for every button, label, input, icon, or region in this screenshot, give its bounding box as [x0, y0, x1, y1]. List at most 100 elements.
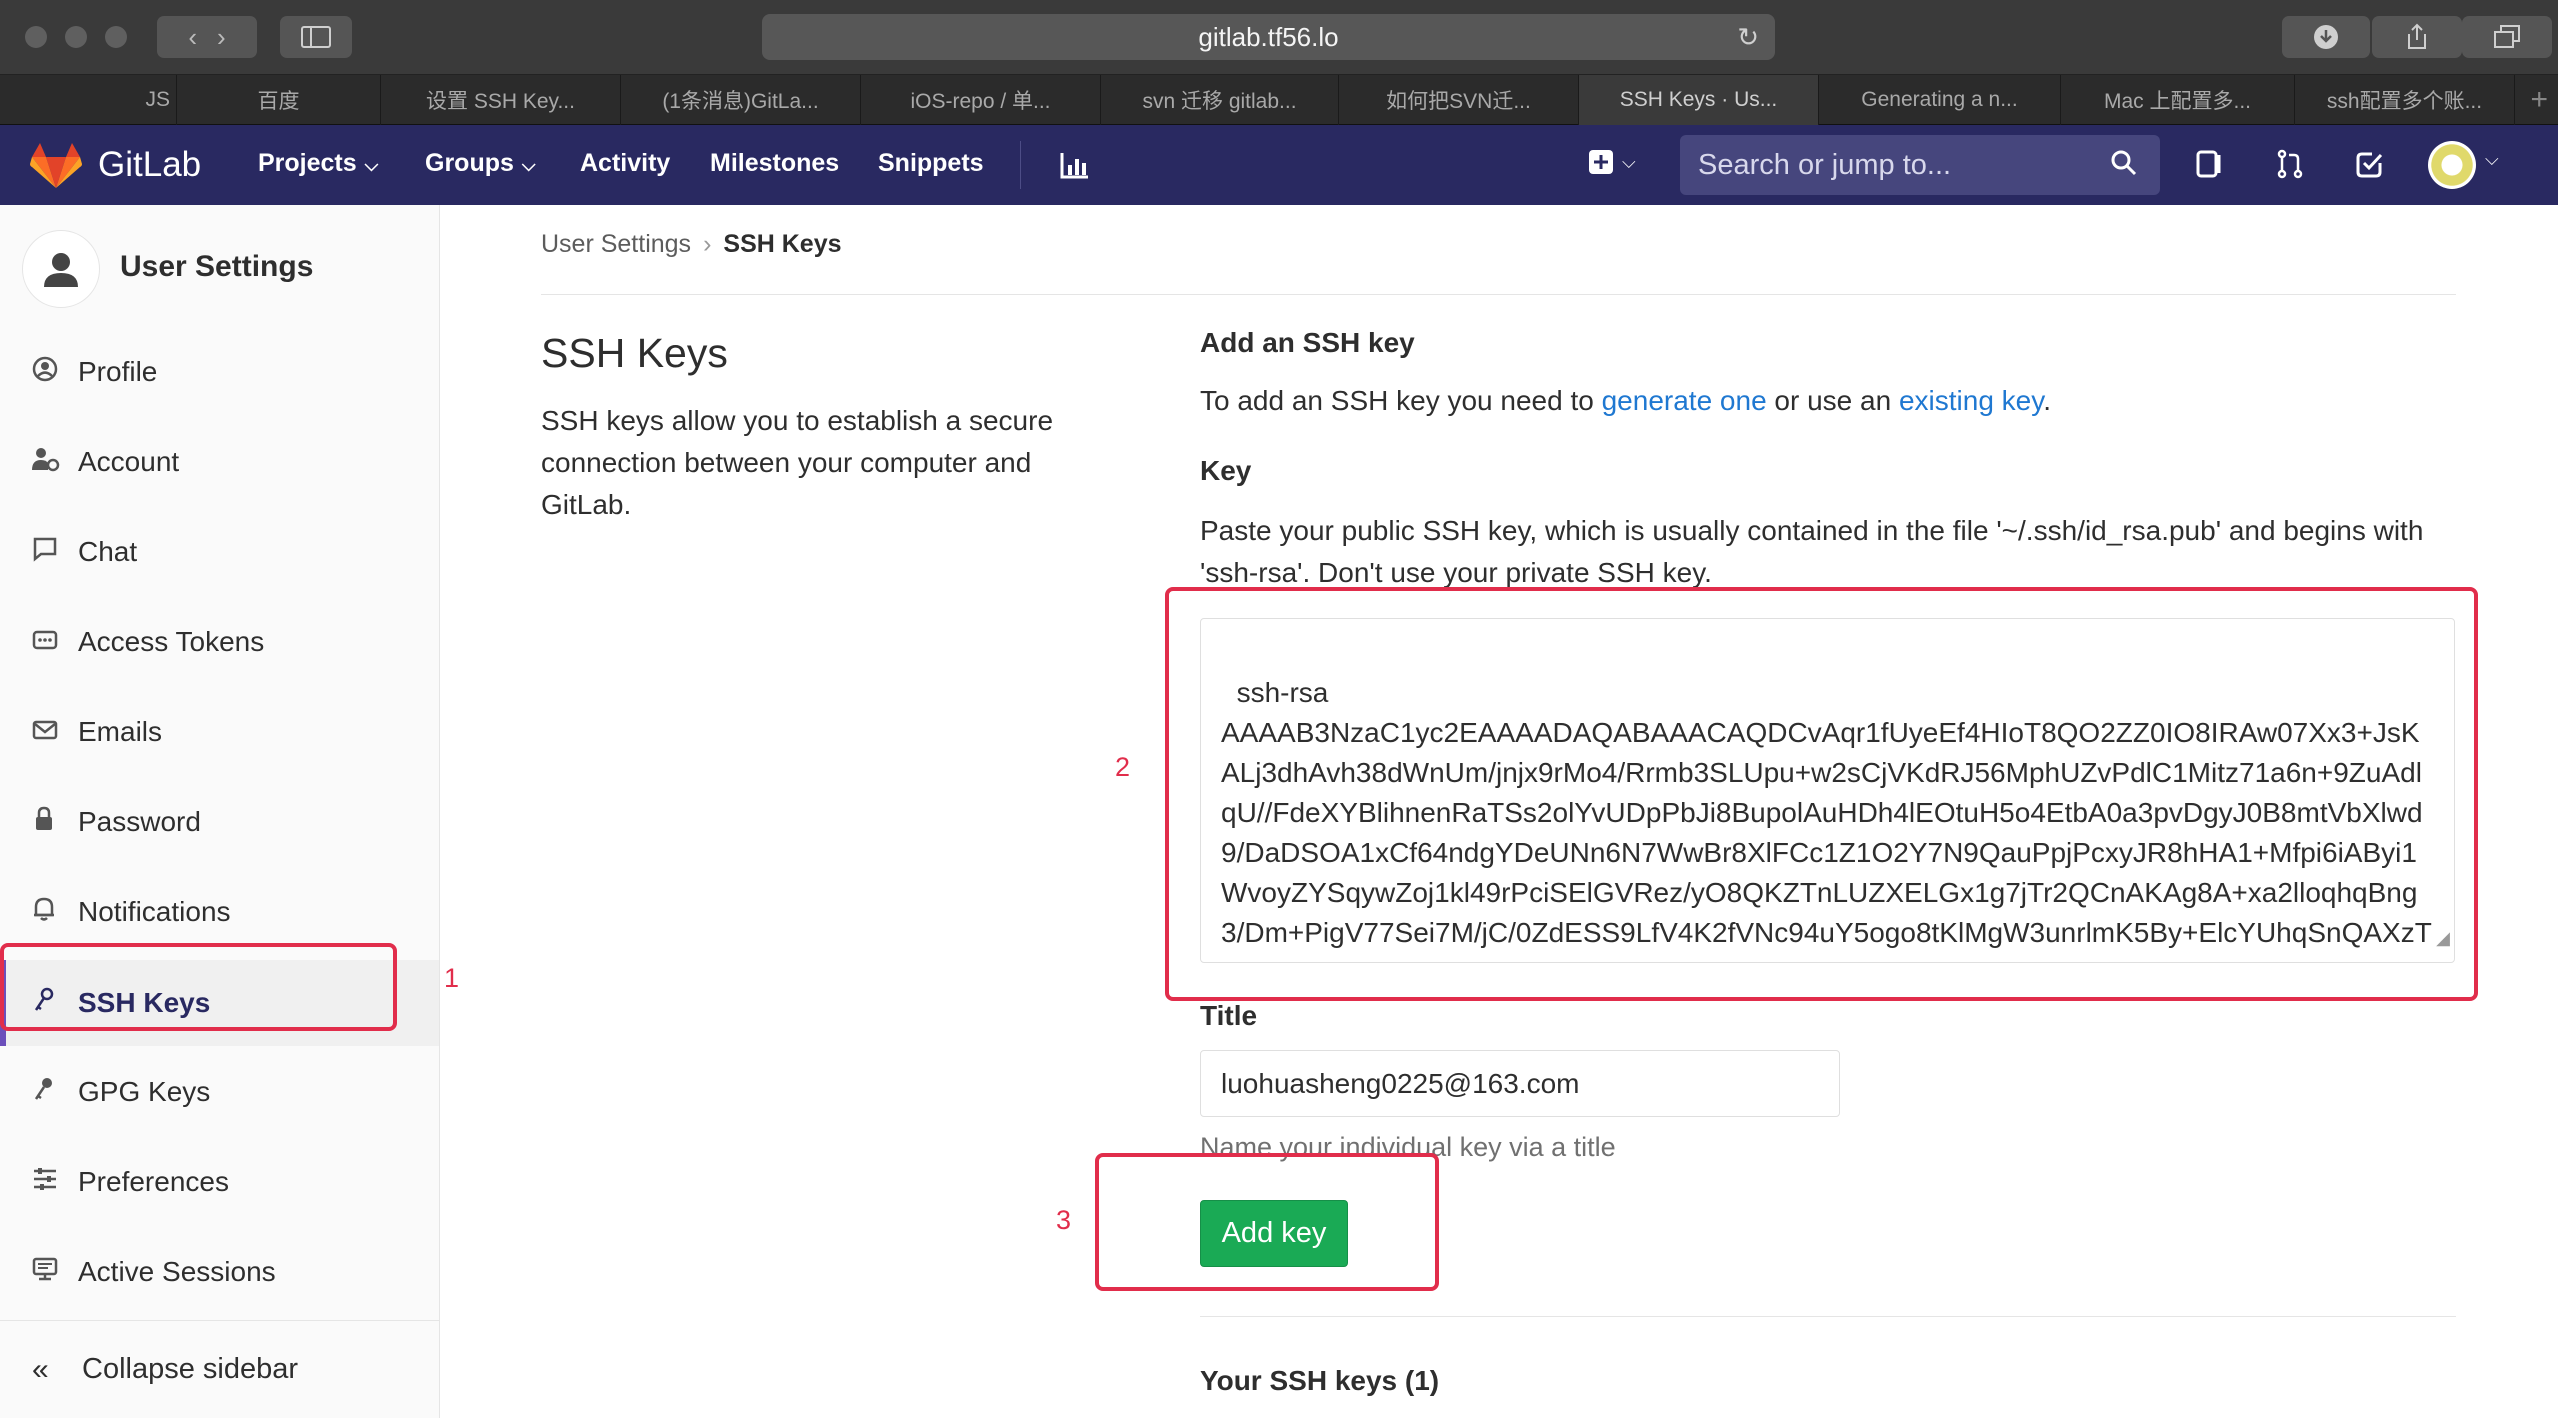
bell-icon — [32, 896, 78, 929]
token-icon — [32, 627, 78, 658]
monitor-icon — [32, 1257, 78, 1288]
account-icon — [32, 446, 78, 479]
generate-one-link[interactable]: generate one — [1602, 385, 1767, 416]
tabs-icon — [2494, 25, 2520, 48]
divider — [1200, 1316, 2456, 1317]
sidebar-icon — [301, 26, 331, 48]
gitlab-brand[interactable]: GitLab — [98, 145, 201, 185]
browser-tab[interactable]: svn 迁移 gitlab... — [1101, 75, 1339, 125]
lock-icon — [32, 806, 78, 839]
search-input[interactable]: Search or jump to... — [1680, 135, 2160, 195]
sidebar-item-gpg-keys[interactable]: GPG Keys — [0, 1055, 439, 1129]
title-input[interactable]: luohuasheng0225@163.com — [1200, 1050, 1840, 1117]
profile-icon — [32, 356, 78, 389]
download-icon — [2314, 25, 2338, 49]
sidebar-item-account[interactable]: Account — [0, 425, 439, 499]
chevron-down-icon: ⌵ — [1622, 151, 1636, 172]
email-icon — [32, 717, 78, 748]
address-bar[interactable]: gitlab.tf56.lo ↻ — [762, 14, 1775, 60]
user-avatar[interactable] — [2428, 141, 2476, 189]
new-tab-icon[interactable]: + — [2530, 83, 2548, 117]
page-title: SSH Keys — [541, 330, 728, 376]
sidebar-item-password[interactable]: Password — [0, 785, 439, 859]
your-ssh-keys-heading: Your SSH keys (1) — [1200, 1365, 1440, 1396]
chevron-right-icon: › — [703, 230, 712, 258]
browser-tab[interactable]: 如何把SVN迁... — [1339, 75, 1579, 125]
nav-projects[interactable]: Projects ⌵ — [258, 149, 378, 178]
sidebar-item-notifications[interactable]: Notifications — [0, 875, 439, 949]
sidebar-title: User Settings — [120, 250, 314, 283]
browser-tabbar: JS 百度 设置 SSH Key... (1条消息)GitLa... iOS-r… — [0, 75, 2558, 125]
annotation-label-1: 1 — [444, 963, 460, 993]
sidebar-item-chat[interactable]: Chat — [0, 515, 439, 589]
user-icon — [44, 253, 78, 287]
issues-icon[interactable] — [2195, 149, 2225, 179]
double-chevron-left-icon: « — [32, 1352, 49, 1386]
browser-tab[interactable]: JS — [0, 75, 177, 125]
downloads-button[interactable] — [2282, 16, 2370, 58]
search-placeholder: Search or jump to... — [1698, 148, 1952, 181]
chat-icon — [32, 536, 78, 569]
nav-activity[interactable]: Activity — [580, 149, 670, 178]
browser-tab[interactable]: ssh配置多个账... — [2295, 75, 2515, 125]
title-label: Title — [1200, 1000, 1258, 1031]
sidebar-item-access-tokens[interactable]: Access Tokens — [0, 605, 439, 679]
browser-tab[interactable]: Mac 上配置多... — [2061, 75, 2295, 125]
sidebar-header[interactable]: User Settings — [22, 230, 432, 310]
browser-tab[interactable]: (1条消息)GitLa... — [621, 75, 861, 125]
chevron-down-icon: ⌵ — [521, 155, 536, 175]
breadcrumb-parent[interactable]: User Settings — [541, 230, 691, 258]
annotation-box-2 — [1165, 587, 2478, 1001]
page-description: SSH keys allow you to establish a secure… — [541, 405, 1054, 520]
annotation-label-2: 2 — [1115, 752, 1131, 782]
browser-tab-active[interactable]: SSH Keys · Us... — [1579, 75, 1819, 125]
sidebar-item-preferences[interactable]: Preferences — [0, 1145, 439, 1219]
add-key-instructions: To add an SSH key you need to generate o… — [1200, 385, 2051, 416]
settings-sidebar: User Settings Profile Account Chat Acces… — [0, 205, 440, 1418]
user-avatar-large — [22, 230, 100, 308]
sidebar-item-active-sessions[interactable]: Active Sessions — [0, 1235, 439, 1309]
url-text: gitlab.tf56.lo — [1198, 21, 1339, 52]
todo-icon[interactable] — [2355, 149, 2385, 179]
share-button[interactable] — [2372, 16, 2462, 58]
add-key-heading: Add an SSH key — [1200, 327, 1415, 358]
sidebar-toggle-button[interactable] — [280, 16, 352, 58]
annotation-box-1 — [0, 943, 397, 1031]
gitlab-navbar: GitLab Projects ⌵ Groups ⌵ Activity Milest… — [0, 125, 2558, 205]
key-label: Key — [1200, 455, 1252, 486]
nav-divider — [1020, 141, 1021, 189]
chart-icon[interactable] — [1060, 151, 1090, 179]
forward-arrow-icon[interactable]: › — [217, 22, 226, 53]
minimize-window-button[interactable] — [65, 26, 87, 48]
breadcrumb-current[interactable]: SSH Keys — [723, 230, 841, 258]
annotation-label-3: 3 — [1056, 1205, 1072, 1235]
browser-tab[interactable]: 设置 SSH Key... — [381, 75, 621, 125]
plus-square-icon — [1589, 150, 1613, 174]
nav-snippets[interactable]: Snippets — [878, 149, 984, 178]
close-window-button[interactable] — [25, 26, 47, 48]
back-arrow-icon[interactable]: ‹ — [188, 22, 217, 53]
sidebar-item-profile[interactable]: Profile — [0, 335, 439, 409]
share-icon — [2408, 23, 2426, 49]
browser-tab[interactable]: iOS-repo / 单... — [861, 75, 1101, 125]
browser-tab[interactable]: 百度 — [177, 75, 381, 125]
chevron-down-icon[interactable]: ⌵ — [2485, 149, 2499, 170]
nav-milestones[interactable]: Milestones — [710, 149, 839, 178]
browser-tab[interactable]: Generating a n... — [1819, 75, 2061, 125]
new-dropdown[interactable]: ⌵ — [1588, 149, 1636, 175]
title-value: luohuasheng0225@163.com — [1221, 1067, 1580, 1099]
sliders-icon — [32, 1167, 78, 1198]
reload-icon[interactable]: ↻ — [1737, 22, 1759, 53]
merge-request-icon[interactable] — [2275, 149, 2305, 179]
gitlab-logo-icon[interactable] — [30, 143, 82, 189]
nav-groups[interactable]: Groups ⌵ — [425, 149, 536, 178]
tabs-overview-button[interactable] — [2462, 16, 2552, 58]
collapse-sidebar-button[interactable]: « Collapse sidebar — [0, 1320, 439, 1418]
breadcrumb: User Settings › SSH Keys — [541, 230, 842, 259]
zoom-window-button[interactable] — [105, 26, 127, 48]
annotation-box-3 — [1095, 1153, 1439, 1291]
divider — [541, 294, 2456, 295]
existing-key-link[interactable]: existing key — [1899, 385, 2043, 416]
sidebar-item-emails[interactable]: Emails — [0, 695, 439, 769]
key-help-text: Paste your public SSH key, which is usua… — [1200, 515, 2424, 588]
